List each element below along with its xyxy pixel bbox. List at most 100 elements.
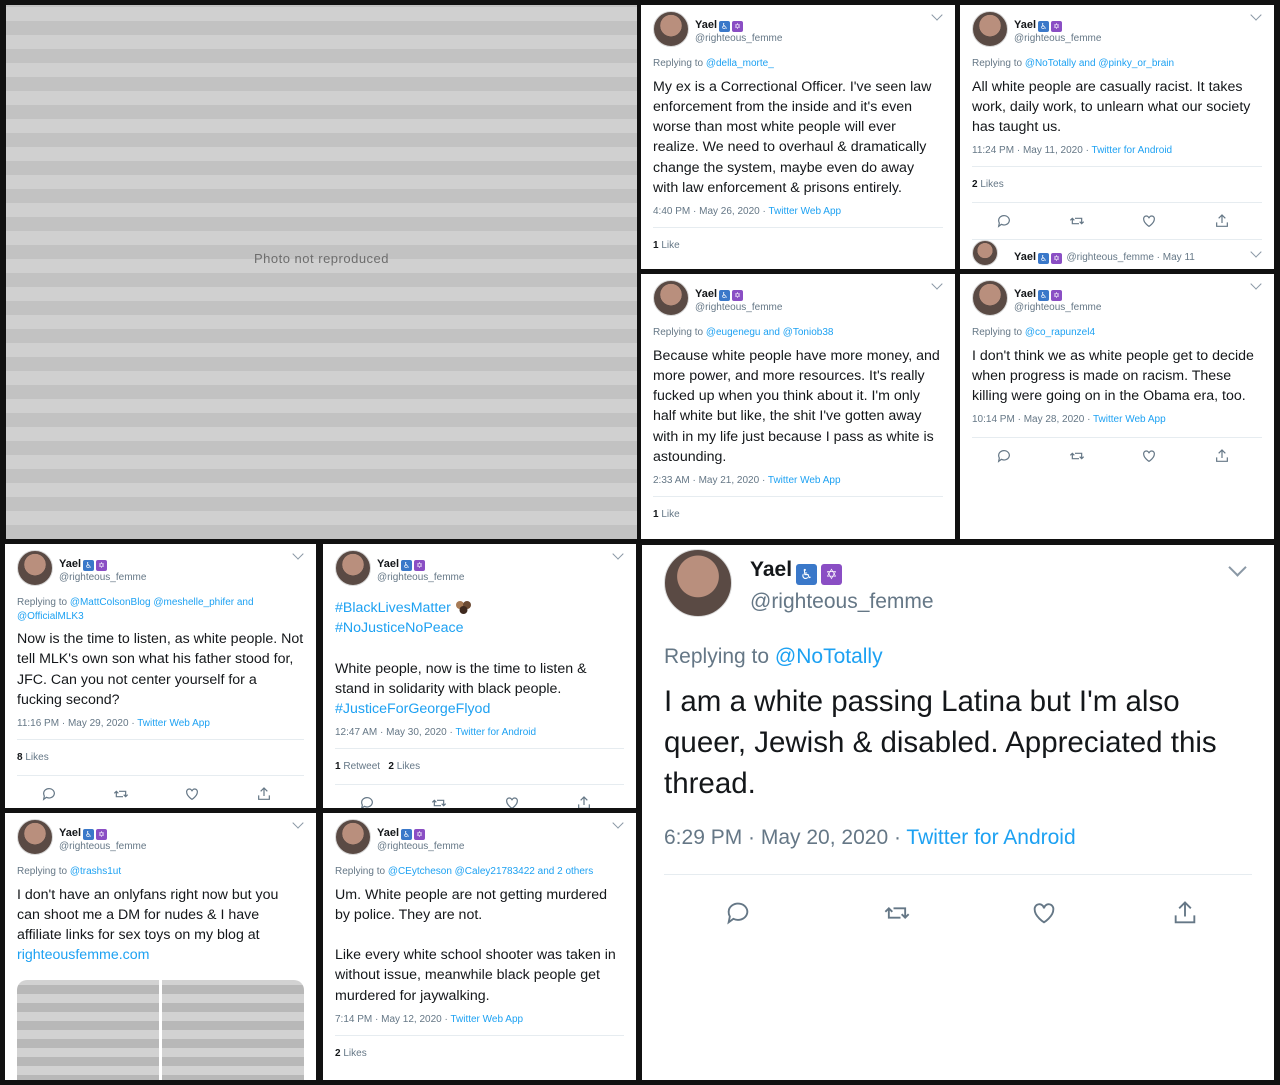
tweet-card[interactable]: Yael ♿ ✡ @righteous_femme Replying to @NoT… bbox=[960, 5, 1274, 269]
reply-icon[interactable] bbox=[995, 213, 1013, 229]
avatar[interactable] bbox=[972, 11, 1008, 47]
reply-icon[interactable] bbox=[723, 899, 753, 927]
attached-media[interactable] bbox=[17, 979, 304, 1080]
tweet-card[interactable]: Yael ♿ ✡ @righteous_femme Replying to @del… bbox=[641, 5, 955, 269]
chevron-down-icon[interactable] bbox=[1250, 9, 1262, 21]
like-icon[interactable] bbox=[1029, 899, 1059, 927]
tweet-card[interactable]: Yael ♿ ✡ @righteous_femme #BlackLivesMatte… bbox=[323, 544, 636, 808]
retweet-icon[interactable] bbox=[1068, 448, 1086, 464]
tweet-source-link[interactable]: Twitter for Android bbox=[906, 826, 1075, 849]
tweet-card[interactable]: Yael ♿ ✡ @righteous_femme Replying to @co_… bbox=[960, 274, 1274, 539]
avatar[interactable] bbox=[17, 550, 53, 586]
avatar[interactable] bbox=[17, 819, 53, 855]
display-name[interactable]: Yael bbox=[377, 827, 399, 839]
like-icon[interactable] bbox=[1140, 213, 1158, 229]
handle[interactable]: @righteous_femme bbox=[59, 572, 146, 584]
display-name[interactable]: Yael bbox=[695, 19, 717, 31]
media-thumbnail[interactable] bbox=[161, 979, 304, 1080]
display-name[interactable]: Yael bbox=[1014, 19, 1036, 31]
tweet-card[interactable]: Yael ♿ ✡ @righteous_femme Replying to @eug… bbox=[641, 274, 955, 539]
share-icon[interactable] bbox=[575, 795, 593, 808]
like-icon[interactable] bbox=[183, 786, 201, 802]
tweet-card[interactable]: Yael ♿ ✡ @righteous_femme Replying to @Mat… bbox=[5, 544, 316, 808]
retweet-icon[interactable] bbox=[1068, 213, 1086, 229]
handle[interactable]: @righteous_femme bbox=[59, 841, 146, 853]
tweet-stats[interactable]: 8 Likes bbox=[17, 739, 304, 763]
display-name[interactable]: Yael bbox=[1014, 288, 1036, 300]
chevron-down-icon[interactable] bbox=[931, 278, 943, 290]
hashtag-link[interactable]: #JusticeForGeorgeFlyod bbox=[335, 701, 490, 717]
tweet-stats[interactable]: 1 Like bbox=[653, 227, 943, 251]
like-count[interactable]: 2 Likes bbox=[388, 761, 420, 772]
tweet-stats[interactable]: 2 Likes bbox=[972, 166, 1262, 190]
chevron-down-icon[interactable] bbox=[931, 9, 943, 21]
reply-icon[interactable] bbox=[40, 786, 58, 802]
tweet-stats[interactable]: 2 Likes bbox=[335, 1034, 624, 1059]
media-thumbnail[interactable] bbox=[17, 979, 160, 1080]
handle[interactable]: @righteous_femme bbox=[377, 572, 464, 584]
hashtag-link[interactable]: #NoJusticeNoPeace bbox=[335, 620, 464, 636]
reply-mention-link[interactable]: @eugenegu and @Toniob38 bbox=[706, 327, 834, 338]
display-name[interactable]: Yael bbox=[1014, 251, 1036, 263]
reply-mention-link[interactable]: @CEytcheson @Caley21783422 and 2 others bbox=[388, 866, 593, 877]
avatar[interactable] bbox=[664, 549, 732, 617]
handle[interactable]: @righteous_femme bbox=[1014, 33, 1101, 45]
retweet-icon[interactable] bbox=[112, 786, 130, 802]
share-icon[interactable] bbox=[255, 786, 273, 802]
display-name[interactable]: Yael bbox=[695, 288, 717, 300]
avatar[interactable] bbox=[653, 280, 689, 316]
avatar[interactable] bbox=[335, 550, 371, 586]
tweet-source-link[interactable]: Twitter Web App bbox=[137, 718, 210, 729]
share-icon[interactable] bbox=[1170, 899, 1200, 927]
tweet-source-link[interactable]: Twitter for Android bbox=[1092, 145, 1173, 156]
handle[interactable]: @righteous_femme bbox=[695, 302, 782, 314]
handle[interactable]: @righteous_femme bbox=[377, 841, 464, 853]
chevron-down-icon[interactable] bbox=[292, 548, 304, 560]
retweet-icon[interactable] bbox=[882, 899, 912, 927]
tweet-source-link[interactable]: Twitter Web App bbox=[768, 206, 841, 217]
chevron-down-icon[interactable] bbox=[1228, 558, 1247, 577]
avatar[interactable] bbox=[972, 240, 998, 267]
tweet-stats[interactable]: 1 Like bbox=[653, 496, 943, 520]
reply-mention-link[interactable]: @NoTotally and @pinky_or_brain bbox=[1025, 58, 1174, 69]
display-name[interactable]: Yael bbox=[377, 558, 399, 570]
like-icon[interactable] bbox=[1140, 448, 1158, 464]
tweet-card[interactable]: Yael ♿ ✡ @righteous_femme Replying to @CEy… bbox=[323, 813, 636, 1080]
tweet-source-link[interactable]: Twitter Web App bbox=[1093, 414, 1166, 425]
handle-and-date[interactable]: @righteous_femme · May 11 bbox=[1066, 252, 1194, 263]
next-tweet-header[interactable]: Yael ♿ ✡ @righteous_femme · May 11 bbox=[972, 239, 1262, 269]
reply-mention-link[interactable]: @co_rapunzel4 bbox=[1025, 327, 1095, 338]
handle[interactable]: @righteous_femme bbox=[1014, 302, 1101, 314]
avatar[interactable] bbox=[972, 280, 1008, 316]
hashtag-link[interactable]: #BlackLivesMatter bbox=[335, 600, 451, 616]
tweet-source-link[interactable]: Twitter for Android bbox=[455, 727, 536, 738]
retweet-icon[interactable] bbox=[430, 795, 448, 808]
reply-mention-link[interactable]: @trashs1ut bbox=[70, 866, 121, 877]
blog-link[interactable]: righteousfemme.com bbox=[17, 947, 149, 963]
tweet-card[interactable]: Yael ♿ ✡ @righteous_femme Replying to @tra… bbox=[5, 813, 316, 1080]
reply-mention-link[interactable]: @della_morte_ bbox=[706, 58, 774, 69]
handle[interactable]: @righteous_femme bbox=[750, 589, 934, 614]
reply-mention-link[interactable]: @NoTotally bbox=[775, 645, 883, 668]
display-name[interactable]: Yael bbox=[59, 558, 81, 570]
tweet-source-link[interactable]: Twitter Web App bbox=[450, 1014, 523, 1025]
display-name[interactable]: Yael bbox=[59, 827, 81, 839]
chevron-down-icon[interactable] bbox=[1250, 278, 1262, 290]
star-of-david-icon: ✡ bbox=[821, 564, 843, 585]
like-icon[interactable] bbox=[503, 795, 521, 808]
share-icon[interactable] bbox=[1213, 448, 1231, 464]
avatar[interactable] bbox=[653, 11, 689, 47]
chevron-down-icon[interactable] bbox=[612, 817, 624, 829]
handle[interactable]: @righteous_femme bbox=[695, 33, 782, 45]
display-name[interactable]: Yael bbox=[750, 558, 792, 581]
share-icon[interactable] bbox=[1213, 213, 1231, 229]
reply-icon[interactable] bbox=[995, 448, 1013, 464]
featured-tweet-card[interactable]: Yael ♿ ✡ @righteous_femme Replying to @NoT… bbox=[642, 545, 1274, 1080]
chevron-down-icon[interactable] bbox=[292, 817, 304, 829]
chevron-down-icon[interactable] bbox=[612, 548, 624, 560]
tweet-source-link[interactable]: Twitter Web App bbox=[768, 475, 841, 486]
chevron-down-icon[interactable] bbox=[1250, 246, 1262, 259]
retweet-count[interactable]: 1 Retweet bbox=[335, 761, 380, 772]
reply-icon[interactable] bbox=[358, 795, 376, 808]
avatar[interactable] bbox=[335, 819, 371, 855]
